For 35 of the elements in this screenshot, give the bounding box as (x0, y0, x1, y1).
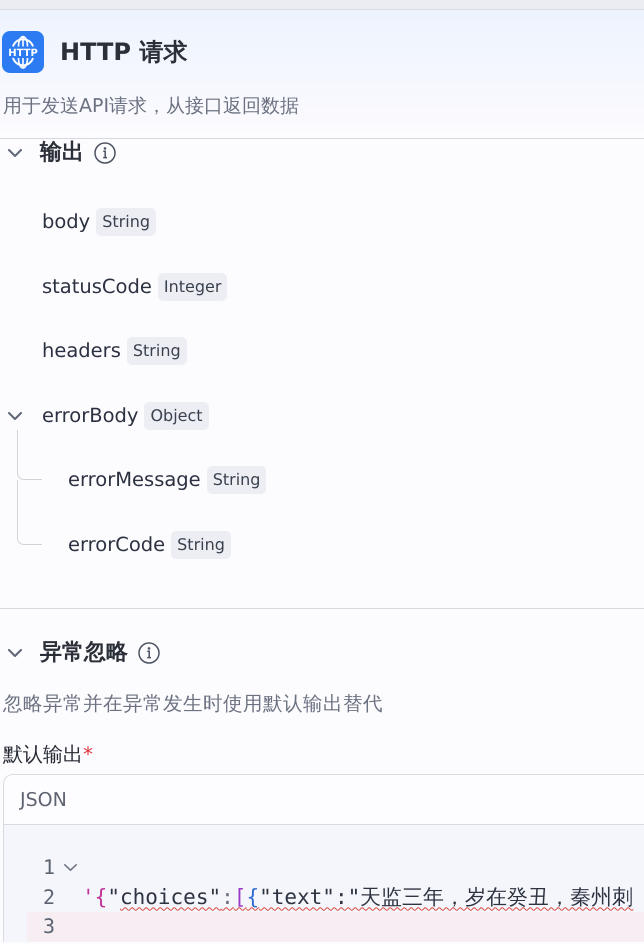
field-name: errorCode (68, 532, 166, 558)
chevron-down-icon[interactable] (8, 649, 22, 657)
tree-connector (17, 430, 42, 480)
field-name: body (42, 209, 90, 236)
http-globe-logo-icon: HTTP (2, 31, 44, 73)
type-tag: Integer (158, 272, 228, 301)
chevron-down-icon[interactable] (8, 149, 22, 157)
line-number: 2 (42, 884, 55, 910)
type-tag: String (171, 530, 231, 559)
field-name: errorMessage (68, 467, 201, 494)
fold-chevron-icon[interactable] (64, 864, 77, 872)
code-area[interactable]: 1 2 '{"choices":[{"text":"天监三年，岁在癸丑，秦州刺 3 (4, 825, 644, 942)
field-name: statusCode (42, 274, 152, 300)
info-icon[interactable] (138, 642, 160, 664)
code-text: '{"choices":[{"text":"天监三年，岁在癸丑，秦州刺 (82, 884, 634, 910)
type-tag: Object (144, 402, 209, 430)
section-description: 忽略异常并在异常发生时使用默认输出替代 (3, 691, 383, 717)
type-tag: String (126, 337, 187, 366)
field-label: 默认输出 (3, 741, 83, 767)
line-number: 1 (42, 854, 55, 881)
code-editor[interactable]: JSON 1 2 '{"choices":[{"text":"天监三年，岁在癸丑，秦州刺 3 (3, 774, 644, 942)
info-icon[interactable] (94, 142, 116, 164)
line-number: 3 (42, 913, 55, 940)
node-title: HTTP 请求 (60, 37, 188, 68)
required-mark: * (83, 741, 93, 767)
chevron-down-icon[interactable] (8, 412, 22, 420)
language-label: JSON (20, 788, 67, 812)
type-tag: String (206, 466, 266, 494)
section-title: 异常忽略 (40, 639, 128, 667)
field-name: headers (42, 338, 121, 364)
section-title: 输出 (40, 139, 84, 167)
tree-connector (17, 480, 42, 545)
type-tag: String (96, 208, 156, 236)
field-name: errorBody (42, 402, 138, 429)
node-description: 用于发送API请求，从接口返回数据 (2, 94, 300, 119)
